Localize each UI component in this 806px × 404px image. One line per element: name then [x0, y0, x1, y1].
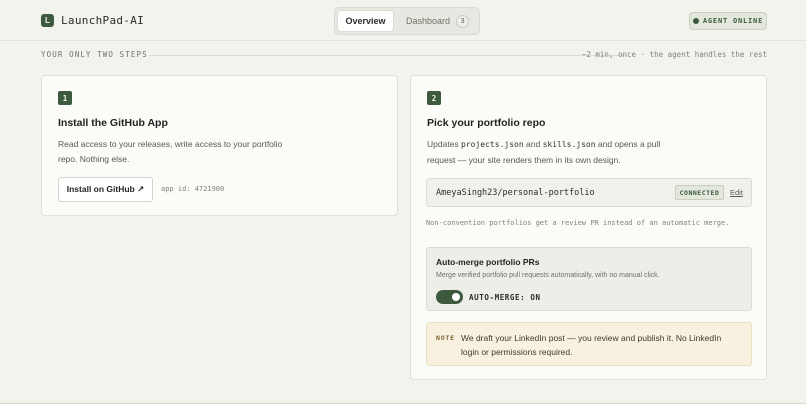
desc-file-projects: projects.json [461, 140, 524, 149]
note-text: We draft your LinkedIn post — you review… [461, 333, 722, 357]
selected-repo: AmeyaSingh23/personal-portfolio CONNECTE… [426, 178, 752, 207]
step-card-install: 1 Install the GitHub App Read access to … [41, 75, 398, 216]
desc-file-skills: skills.json [542, 140, 596, 149]
note-tag: NOTE [436, 334, 455, 342]
steps-divider: YOUR ONLY TWO STEPS ~2 min, once · the a… [41, 49, 767, 61]
automerge-title: Auto-merge portfolio PRs [436, 257, 540, 267]
steps-divider-line [149, 55, 625, 56]
step-number-2: 2 [427, 91, 441, 105]
steps-time-note: ~2 min, once · the agent handles the res… [581, 50, 767, 59]
brand[interactable]: L LaunchPad-AI [41, 14, 144, 27]
step-1-title: Install the GitHub App [58, 117, 168, 129]
edit-repo-link[interactable]: Edit [730, 188, 743, 197]
desc-and: and [523, 139, 543, 149]
steps-label: YOUR ONLY TWO STEPS [41, 50, 148, 59]
app-id-label: app id: 4721900 [161, 185, 225, 193]
agent-status-text: AGENT ONLINE [702, 17, 764, 25]
step-card-repo: 2 Pick your portfolio repo Updates proje… [410, 75, 767, 380]
automerge-description: Merge verified portfolio pull requests a… [436, 272, 660, 279]
brand-name: LaunchPad-AI [61, 14, 145, 27]
merge-hint: Non-convention portfolios get a review P… [426, 219, 730, 227]
install-github-button[interactable]: Install on GitHub ↗ [58, 177, 153, 202]
step-number-1: 1 [58, 91, 72, 105]
top-header: L LaunchPad-AI Overview Dashboard 3 AGEN… [0, 0, 806, 41]
agent-status-badge: AGENT ONLINE [689, 12, 767, 30]
dashboard-count-badge: 3 [456, 14, 470, 28]
step-2-title: Pick your portfolio repo [427, 117, 546, 129]
tab-overview[interactable]: Overview [337, 10, 394, 32]
view-switcher: Overview Dashboard 3 [334, 7, 480, 35]
linkedin-note: NOTE We draft your LinkedIn post — you r… [426, 322, 752, 366]
tab-dashboard-label: Dashboard [406, 16, 451, 26]
status-dot-icon [692, 18, 699, 24]
step-2-description: Updates projects.json and skills.json an… [427, 137, 667, 167]
brand-logo: L [41, 14, 54, 27]
repo-name: AmeyaSingh23/personal-portfolio [436, 188, 595, 198]
step-1-description: Read access to your releases, write acce… [58, 139, 283, 164]
automerge-panel: Auto-merge portfolio PRs Merge verified … [426, 247, 752, 311]
toggle-knob [452, 293, 460, 301]
connected-badge: CONNECTED [675, 185, 724, 200]
automerge-toggle[interactable] [436, 290, 463, 304]
desc-prefix: Updates [427, 139, 462, 149]
automerge-state: AUTO-MERGE: ON [469, 293, 541, 302]
tab-dashboard[interactable]: Dashboard 3 [401, 10, 477, 32]
